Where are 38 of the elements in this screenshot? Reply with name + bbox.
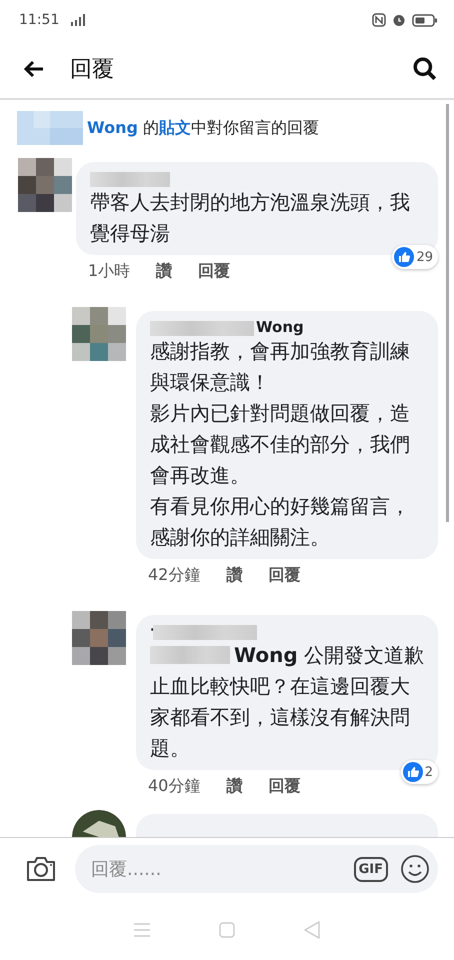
comment-text: 帶客人去封閉的地方泡溫泉洗頭，我覺得母湯	[90, 189, 411, 247]
reaction-badge[interactable]: 29	[392, 245, 438, 269]
reply-input-field[interactable]: 回覆...... GIF	[75, 845, 438, 893]
comment-text: 感謝指教，會再加強教育訓練與環保意識！	[150, 338, 411, 396]
reply-link[interactable]: 回覆	[198, 261, 230, 282]
thumbs-up-icon	[402, 762, 423, 782]
comment-time: 40分鐘	[148, 776, 200, 797]
reaction-badge[interactable]: 2	[400, 760, 438, 784]
page-title: 回覆	[70, 56, 114, 84]
reaction-count: 2	[424, 764, 433, 780]
gif-button[interactable]: GIF	[354, 856, 388, 882]
comment-time: 1小時	[88, 261, 130, 282]
reply-link[interactable]: 回覆	[268, 565, 300, 586]
comment-text: 有看見你用心的好幾篇留言，感謝你的詳細關注。	[150, 493, 411, 551]
camera-icon	[25, 855, 57, 883]
emoji-button[interactable]	[400, 854, 430, 884]
notice-text: Wong 的貼文中對你留言的回覆	[87, 118, 320, 138]
alarm-icon	[392, 13, 406, 27]
smiley-icon	[400, 854, 430, 884]
like-link[interactable]: 讚	[156, 261, 172, 282]
like-link[interactable]: 讚	[226, 776, 242, 797]
thumbs-up-icon	[394, 247, 414, 267]
comment-time: 42分鐘	[148, 565, 200, 586]
comment-text: Wong 公開發文道歉止血比較快吧？在這邊回覆大家都看不到，這樣沒有解決問題。	[150, 642, 424, 762]
reaction-count: 29	[416, 250, 433, 264]
search-icon	[412, 56, 438, 82]
square-icon	[218, 922, 235, 938]
search-button[interactable]	[412, 56, 438, 82]
like-link[interactable]: 讚	[226, 565, 242, 586]
comment-text: 影片內已針對問題做回覆，造成社會觀感不佳的部分，我們會再改進。	[150, 400, 411, 489]
battery-icon	[412, 14, 438, 26]
author-name: Wong	[256, 318, 304, 336]
nfc-icon	[372, 13, 386, 27]
triangle-icon	[304, 921, 320, 939]
menu-icon	[134, 923, 150, 937]
camera-button[interactable]	[25, 855, 57, 883]
status-time: 11:51	[19, 12, 60, 28]
reply-link[interactable]: 回覆	[268, 776, 300, 797]
